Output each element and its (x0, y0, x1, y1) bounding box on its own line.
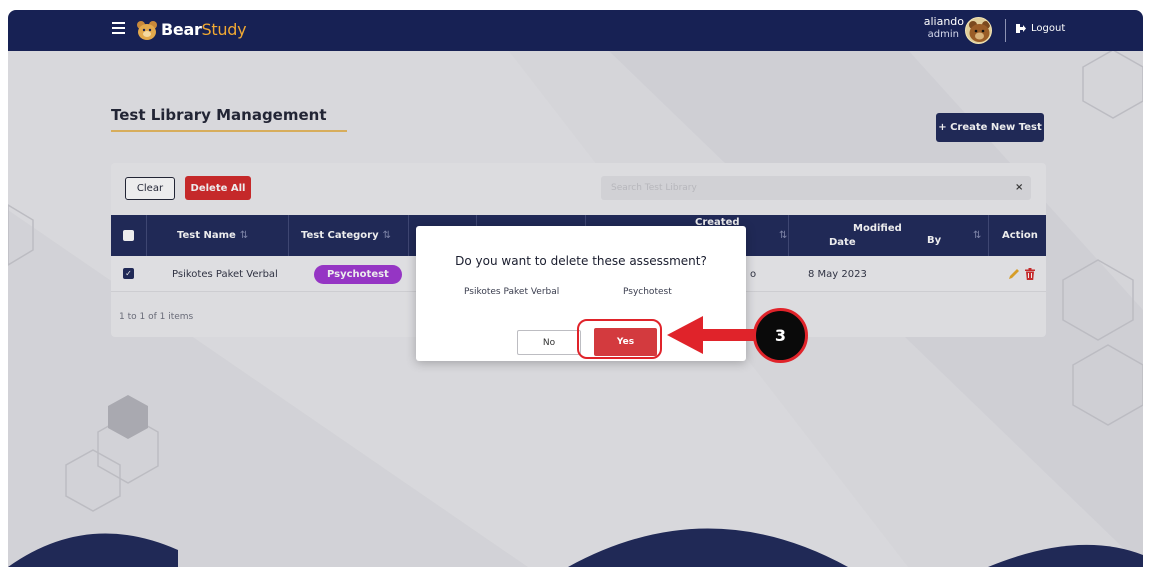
logout-label: Logout (1031, 23, 1066, 34)
user-role: admin (927, 29, 959, 40)
pointer-arrow-icon (667, 316, 755, 354)
logout-icon (1016, 24, 1026, 33)
dialog-item-name: Psikotes Paket Verbal (464, 287, 560, 297)
dialog-item-category: Psychotest (623, 287, 672, 297)
user-name: aliando (923, 15, 964, 28)
no-button[interactable]: No (517, 330, 581, 355)
app-frame: BearStudy aliando admin Logout Test Libr… (8, 10, 1143, 567)
navbar-divider (1005, 19, 1006, 42)
menu-icon[interactable] (112, 22, 125, 38)
bear-avatar-icon (969, 21, 990, 42)
bear-logo-icon (137, 21, 157, 40)
dialog-question: Do you want to delete these assessment? (455, 254, 707, 268)
top-navbar: BearStudy aliando admin Logout (8, 10, 1143, 51)
avatar[interactable] (965, 17, 992, 44)
highlight-ring (577, 319, 662, 359)
brand-name[interactable]: BearStudy (161, 20, 247, 39)
step-number-badge: 3 (753, 308, 808, 363)
logout-button[interactable]: Logout (1016, 23, 1065, 34)
